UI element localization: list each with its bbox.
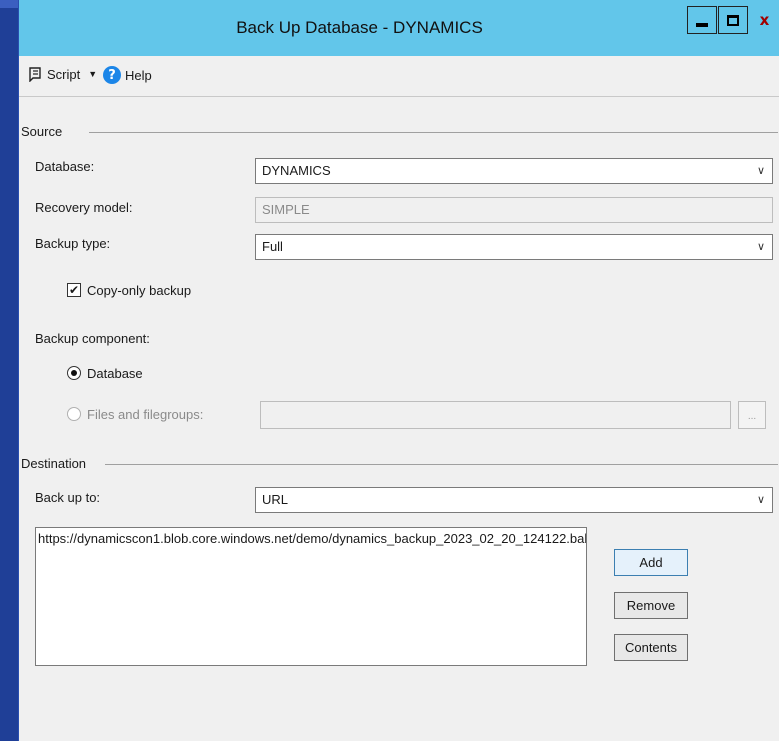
- radio-files-filegroups-label[interactable]: Files and filegroups:: [87, 407, 203, 422]
- source-section-title: Source: [21, 124, 69, 139]
- close-icon: x: [759, 11, 770, 29]
- minimize-icon: [696, 23, 708, 27]
- back-up-to-label: Back up to:: [35, 490, 101, 505]
- help-label: Help: [125, 67, 152, 83]
- source-divider: [89, 132, 778, 133]
- title-bar[interactable]: Back Up Database - DYNAMICS x: [19, 0, 779, 56]
- radio-database[interactable]: [67, 366, 81, 380]
- maximize-button[interactable]: [718, 6, 748, 34]
- recovery-model-value: SIMPLE: [262, 202, 310, 217]
- chevron-down-icon: ∨: [756, 164, 765, 177]
- toolbar-divider: [19, 96, 779, 97]
- backup-component-label: Backup component:: [35, 331, 150, 346]
- toolbar: Script ▼ ? Help: [19, 56, 779, 96]
- copy-only-checkbox[interactable]: ✔: [67, 283, 81, 297]
- destination-divider: [105, 464, 778, 465]
- files-filegroups-field: [260, 401, 731, 429]
- maximize-icon: [727, 14, 739, 26]
- script-label: Script: [47, 66, 81, 82]
- backup-type-label: Backup type:: [35, 236, 111, 251]
- radio-selected-icon: [71, 370, 77, 376]
- database-value: DYNAMICS: [262, 163, 331, 178]
- contents-button[interactable]: Contents: [614, 634, 688, 661]
- help-icon: ?: [103, 66, 121, 84]
- window-title: Back Up Database - DYNAMICS: [236, 18, 483, 37]
- radio-files-filegroups[interactable]: [67, 407, 81, 421]
- destination-url-list[interactable]: https://dynamicscon1.blob.core.windows.n…: [35, 527, 587, 666]
- help-button[interactable]: ? Help: [103, 66, 152, 84]
- backup-type-select[interactable]: Full ∨: [255, 234, 773, 260]
- remove-button[interactable]: Remove: [614, 592, 688, 619]
- close-button[interactable]: x: [749, 6, 779, 34]
- database-label: Database:: [35, 159, 95, 174]
- back-up-to-value: URL: [262, 492, 289, 507]
- minimize-button[interactable]: [687, 6, 717, 34]
- backup-type-value: Full: [262, 239, 283, 254]
- browse-filegroups-button: ...: [738, 401, 766, 429]
- checkmark-icon: ✔: [68, 283, 80, 297]
- list-item[interactable]: https://dynamicscon1.blob.core.windows.n…: [38, 531, 586, 546]
- backup-dialog: Back Up Database - DYNAMICS x Script ▼ ?…: [18, 0, 779, 741]
- script-icon: [29, 67, 41, 82]
- add-button[interactable]: Add: [614, 549, 688, 576]
- script-button[interactable]: Script ▼: [27, 66, 101, 82]
- recovery-model-label: Recovery model:: [35, 200, 133, 215]
- database-select[interactable]: DYNAMICS ∨: [255, 158, 773, 184]
- radio-database-label[interactable]: Database: [87, 366, 143, 381]
- recovery-model-field: SIMPLE: [255, 197, 773, 223]
- chevron-down-icon[interactable]: ▼: [88, 69, 97, 79]
- chevron-down-icon: ∨: [756, 493, 765, 506]
- chevron-down-icon: ∨: [756, 240, 765, 253]
- destination-section-title: Destination: [21, 456, 93, 471]
- back-up-to-select[interactable]: URL ∨: [255, 487, 773, 513]
- copy-only-label[interactable]: Copy-only backup: [87, 283, 191, 298]
